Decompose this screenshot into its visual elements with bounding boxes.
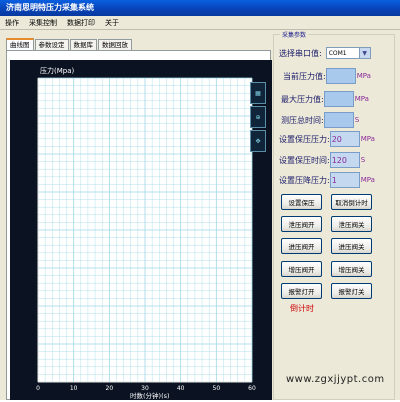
current-pressure-label: 当前压力值:	[283, 71, 326, 81]
menu-data-print[interactable]: 数据打印	[62, 16, 100, 30]
max-pressure-label: 最大压力值:	[281, 94, 324, 104]
chart-container: 0 10 20 30 40 50 60 压力(Mpa) 时数(分钟)(s) ▦ ⊕ ✥	[10, 60, 272, 400]
hold-pressure-unit: MPa	[360, 135, 375, 143]
window-title: 济南思明特压力采集系统	[0, 0, 400, 16]
max-pressure-row: 最大压力值: MPa	[281, 91, 369, 107]
fill-valve-open-button[interactable]: 进压阀开	[281, 238, 322, 254]
alarm-on-button[interactable]: 报警灯开	[281, 283, 322, 299]
pressure-valve-close-button[interactable]: 泄压阀关	[331, 216, 372, 232]
x-tick-label: 20	[106, 385, 114, 392]
max-pressure-value	[323, 91, 354, 107]
x-tick-label: 10	[70, 385, 78, 392]
grid-toggle-icon[interactable]: ▦	[250, 82, 266, 104]
chart-toolbar: ▦ ⊕ ✥	[250, 82, 268, 154]
boost-valve-close-button[interactable]: 增压阀关	[331, 261, 372, 277]
x-tick-label: 30	[141, 385, 149, 392]
watermark: www.zgxjjypt.com	[286, 374, 385, 385]
port-label: 选择串口值:	[279, 48, 322, 58]
total-time-unit: S	[354, 116, 360, 124]
cancel-countdown-button[interactable]: 取消倒计时	[331, 194, 372, 210]
drop-pressure-input[interactable]: 1	[329, 172, 360, 188]
port-value: COM1	[328, 49, 347, 57]
pressure-valve-open-button[interactable]: 泄压阀开	[281, 216, 322, 232]
x-tick-label: 60	[248, 385, 256, 392]
hold-pressure-label: 设置保压压力:	[279, 134, 330, 144]
hold-pressure-row: 设置保压压力: 20 MPa	[279, 131, 375, 147]
total-time-label: 测压总时间:	[281, 115, 324, 125]
fill-valve-close-button[interactable]: 进压阀关	[331, 238, 372, 254]
current-pressure-row: 当前压力值: MPa	[283, 68, 371, 84]
menu-bar: 操作 采集控制 数据打印 关于	[0, 16, 400, 30]
drop-pressure-label: 设置压降压力:	[279, 175, 330, 185]
set-hold-button[interactable]: 设置保压	[281, 194, 322, 210]
hold-time-unit: S	[360, 156, 366, 164]
y-axis-label: 压力(Mpa)	[40, 66, 75, 75]
hold-pressure-input[interactable]: 20	[329, 131, 360, 147]
max-pressure-unit: MPa	[354, 95, 369, 103]
current-pressure-value	[325, 68, 356, 84]
x-tick-label: 40	[177, 385, 185, 392]
menu-operate[interactable]: 操作	[0, 16, 24, 30]
total-time-row: 测压总时间: S	[281, 112, 359, 128]
port-row: 选择串口值: COM1 ▼	[279, 45, 371, 61]
menu-acquisition-control[interactable]: 采集控制	[24, 16, 62, 30]
alarm-off-button[interactable]: 报警灯关	[331, 283, 372, 299]
app-window: 济南思明特压力采集系统 操作 采集控制 数据打印 关于 曲线图 参数设定 数据库…	[0, 0, 400, 400]
chevron-down-icon[interactable]: ▼	[358, 48, 370, 58]
pan-icon[interactable]: ✥	[250, 130, 266, 152]
current-pressure-unit: MPa	[356, 72, 371, 80]
x-tick-label: 50	[213, 385, 221, 392]
drop-pressure-unit: MPa	[360, 176, 375, 184]
boost-valve-open-button[interactable]: 增压阀开	[281, 261, 322, 277]
countdown-status: 倒计时	[290, 304, 314, 313]
pressure-chart: 0 10 20 30 40 50 60 压力(Mpa) 时数(分钟)(s)	[36, 66, 256, 400]
menu-about[interactable]: 关于	[100, 16, 124, 30]
x-tick-label: 0	[36, 385, 40, 392]
drop-pressure-row: 设置压降压力: 1 MPa	[279, 172, 375, 188]
x-axis-label: 时数(分钟)(s)	[130, 391, 170, 400]
port-select[interactable]: COM1 ▼	[325, 47, 371, 59]
hold-time-label: 设置保压时间:	[279, 155, 330, 165]
total-time-value	[323, 112, 354, 128]
hold-time-input[interactable]: 120	[329, 152, 360, 168]
hold-time-row: 设置保压时间: 120 S	[279, 152, 365, 168]
zoom-icon[interactable]: ⊕	[250, 106, 266, 128]
group-title: 采集参数	[280, 30, 309, 39]
